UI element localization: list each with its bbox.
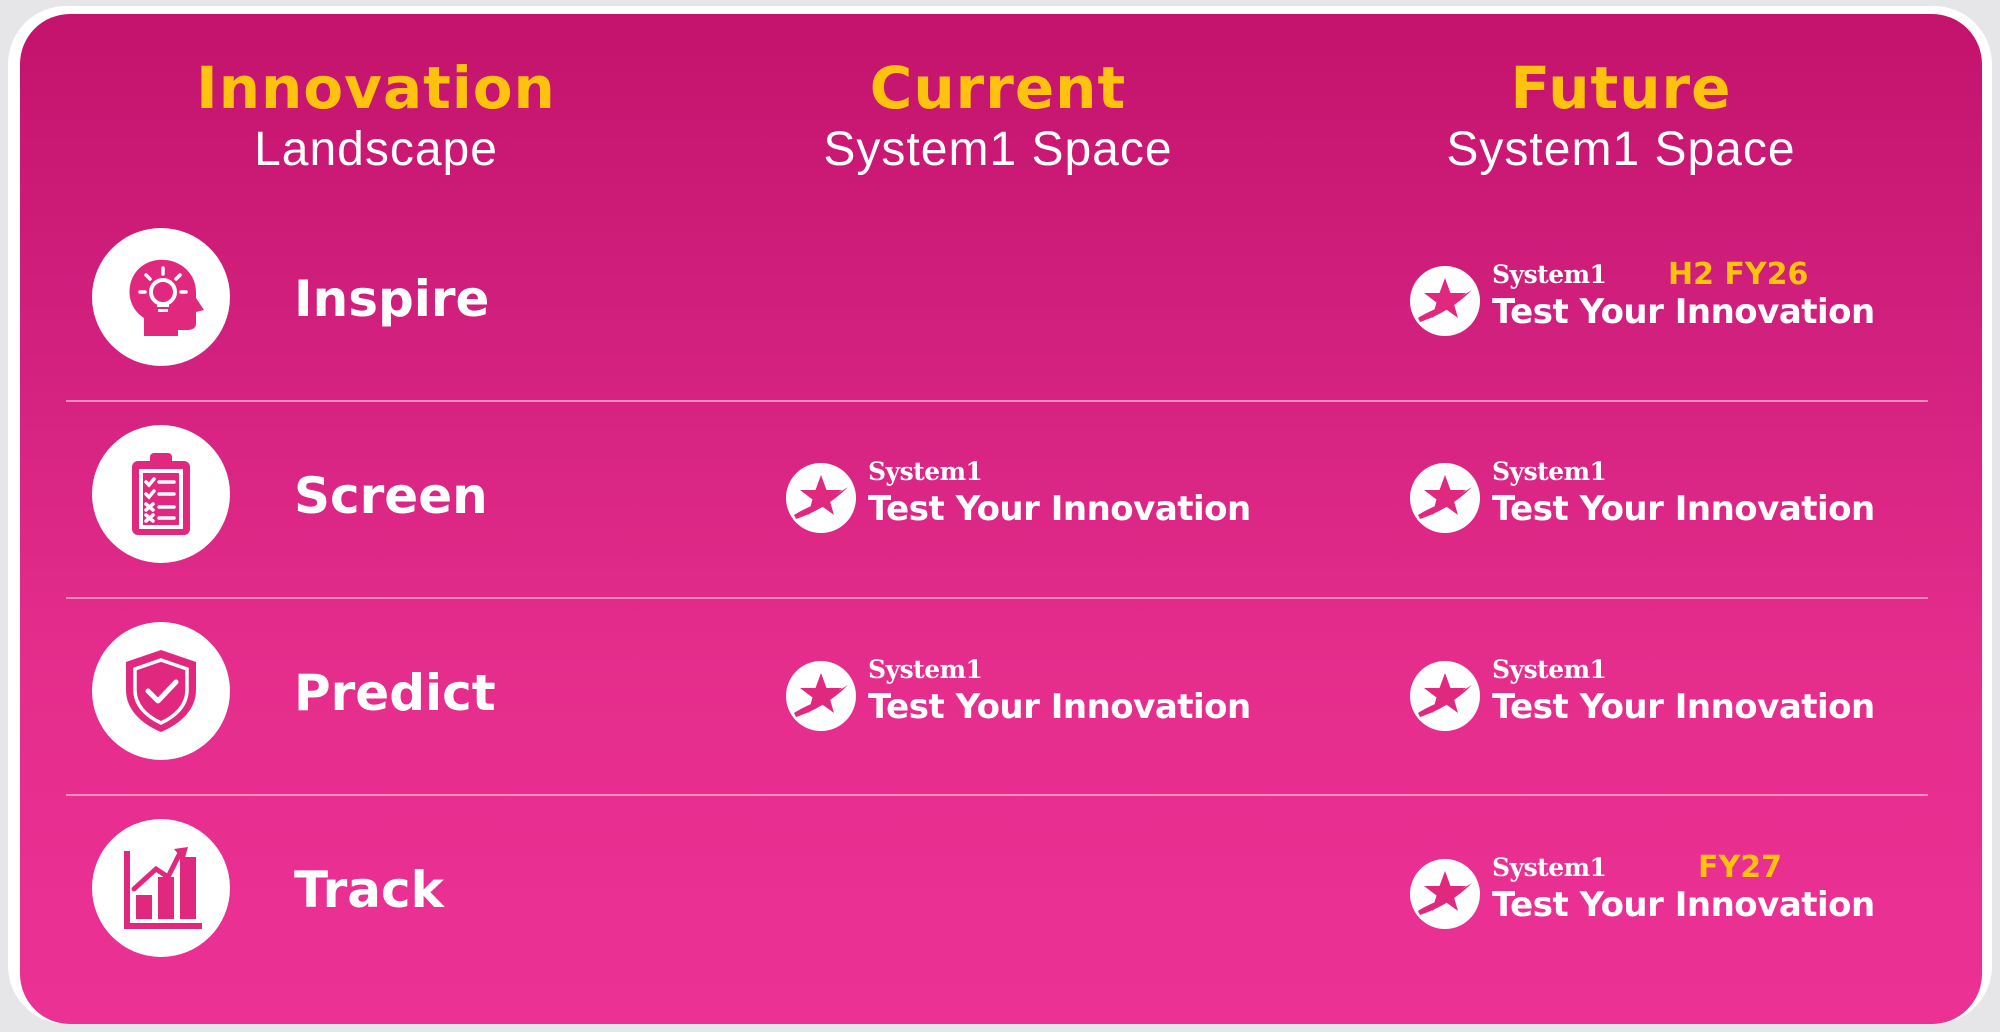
star-logo-icon — [786, 463, 856, 533]
product-name: Test Your Innovation — [868, 687, 1251, 727]
header-current: Current System1 Space — [778, 54, 1218, 178]
timeline-tag: H2 FY26 — [1668, 257, 1809, 292]
brand-name: System1 — [1492, 457, 1607, 486]
clipboard-checklist-icon — [92, 425, 230, 563]
brand-name: System1 — [868, 655, 983, 684]
header-subtitle: Landscape — [254, 123, 498, 176]
row-label-track: Track — [294, 861, 444, 919]
timeline-tag: FY27 — [1698, 850, 1782, 885]
star-logo-icon — [1410, 661, 1480, 731]
brand-name: System1 — [1492, 655, 1607, 684]
header-title: Current — [869, 54, 1127, 122]
future-logo-predict: System1 Test Your Innovation — [1410, 655, 1890, 735]
star-logo-icon — [1410, 859, 1480, 929]
future-logo-screen: System1 Test Your Innovation — [1410, 457, 1890, 537]
row-divider — [66, 794, 1928, 796]
head-lightbulb-icon — [92, 228, 230, 366]
row-label-predict: Predict — [294, 664, 496, 722]
header-innovation: Innovation Landscape — [156, 54, 596, 178]
star-logo-icon — [786, 661, 856, 731]
star-logo-icon — [1410, 266, 1480, 336]
header-subtitle: System1 Space — [823, 123, 1173, 176]
brand-name: System1 — [1492, 260, 1607, 289]
product-name: Test Your Innovation — [1492, 885, 1875, 925]
landscape-card: Innovation Landscape Current System1 Spa… — [20, 14, 1982, 1024]
header-future: Future System1 Space — [1401, 54, 1841, 178]
product-name: Test Your Innovation — [1492, 687, 1875, 727]
current-logo-screen: System1 Test Your Innovation — [786, 457, 1266, 537]
shield-check-icon — [92, 622, 230, 760]
row-label-screen: Screen — [294, 467, 488, 525]
row-label-inspire: Inspire — [294, 270, 490, 328]
current-logo-predict: System1 Test Your Innovation — [786, 655, 1266, 735]
future-logo-track: System1 Test Your Innovation FY27 — [1410, 850, 1890, 933]
product-name: Test Your Innovation — [868, 489, 1251, 529]
header-subtitle: System1 Space — [1446, 123, 1796, 176]
header-title: Innovation — [196, 54, 556, 122]
header-title: Future — [1510, 54, 1732, 122]
product-name: Test Your Innovation — [1492, 489, 1875, 529]
brand-name: System1 — [1492, 853, 1607, 882]
row-divider — [66, 400, 1928, 402]
future-logo-inspire: System1 Test Your Innovation H2 FY26 — [1410, 257, 1890, 340]
growth-chart-icon — [92, 819, 230, 957]
star-logo-icon — [1410, 463, 1480, 533]
product-name: Test Your Innovation — [1492, 292, 1875, 332]
row-divider — [66, 597, 1928, 599]
brand-name: System1 — [868, 457, 983, 486]
